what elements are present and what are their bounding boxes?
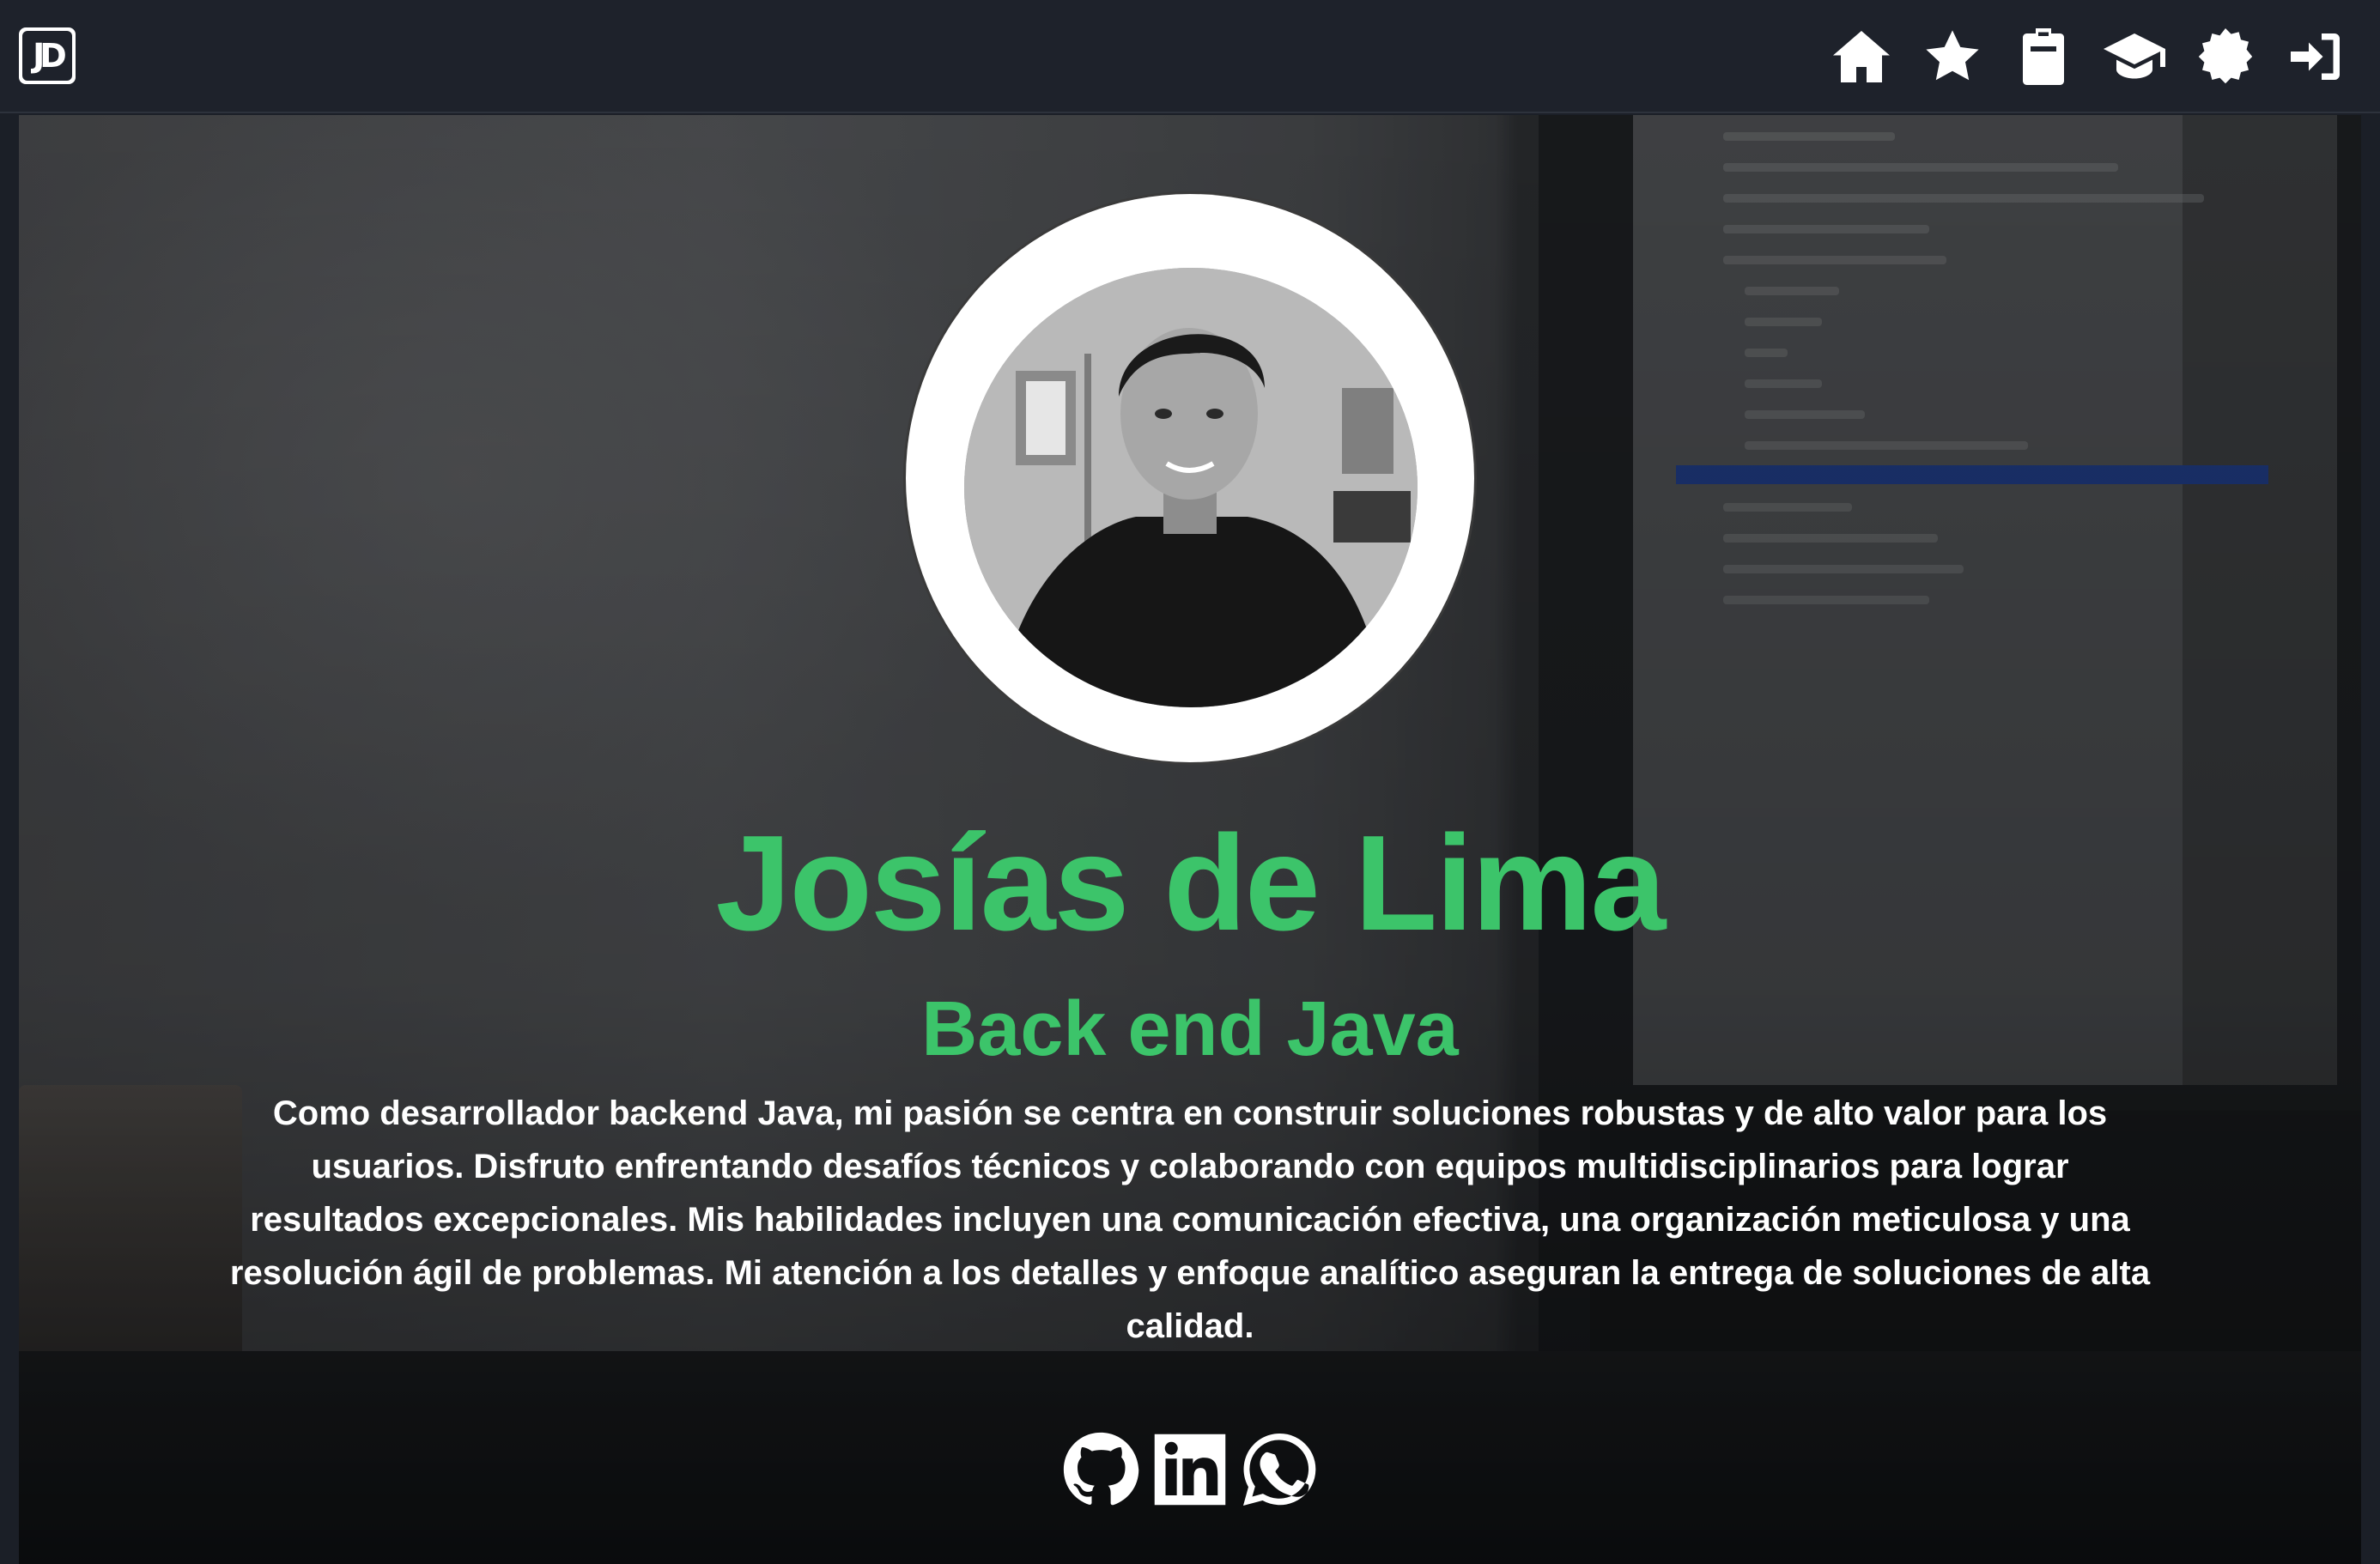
nav-login-link[interactable] [2284, 24, 2349, 89]
top-navbar: JD [0, 0, 2380, 113]
sign-in-icon [2291, 33, 2340, 80]
profile-avatar [964, 268, 1418, 707]
nav-home-link[interactable] [1829, 24, 1894, 89]
graduation-cap-icon [2104, 33, 2165, 79]
profile-name: Josías de Lima [715, 808, 1667, 959]
gear-badge-icon [2198, 28, 2253, 84]
profile-role: Back end Java [921, 986, 1459, 1072]
clipboard-icon [2023, 28, 2064, 85]
nav-skills-link[interactable] [2193, 24, 2258, 89]
profile-bio: Como desarrollador backend Java, mi pasi… [229, 1094, 2151, 1345]
profile-avatar-ring [906, 194, 1474, 762]
whatsapp-icon [1243, 1433, 1316, 1506]
nav-favorites-link[interactable] [1920, 24, 1985, 89]
linkedin-link[interactable] [1151, 1431, 1229, 1508]
star-icon [1926, 30, 1979, 81]
github-link[interactable] [1062, 1431, 1139, 1508]
profile-photo [964, 268, 1418, 707]
github-icon [1063, 1432, 1139, 1506]
social-links [19, 1427, 2361, 1512]
nav-education-link[interactable] [2102, 24, 2167, 89]
site-logo[interactable]: JD [19, 27, 76, 84]
nav-projects-link[interactable] [2011, 24, 2076, 89]
home-icon [1833, 31, 1890, 82]
nav-icon-group [1829, 24, 2349, 89]
hero-section: Josías de Lima Back end Java Como desarr… [19, 115, 2361, 1564]
whatsapp-link[interactable] [1241, 1431, 1318, 1508]
logo-text: JD [22, 31, 72, 81]
linkedin-icon [1154, 1434, 1226, 1506]
